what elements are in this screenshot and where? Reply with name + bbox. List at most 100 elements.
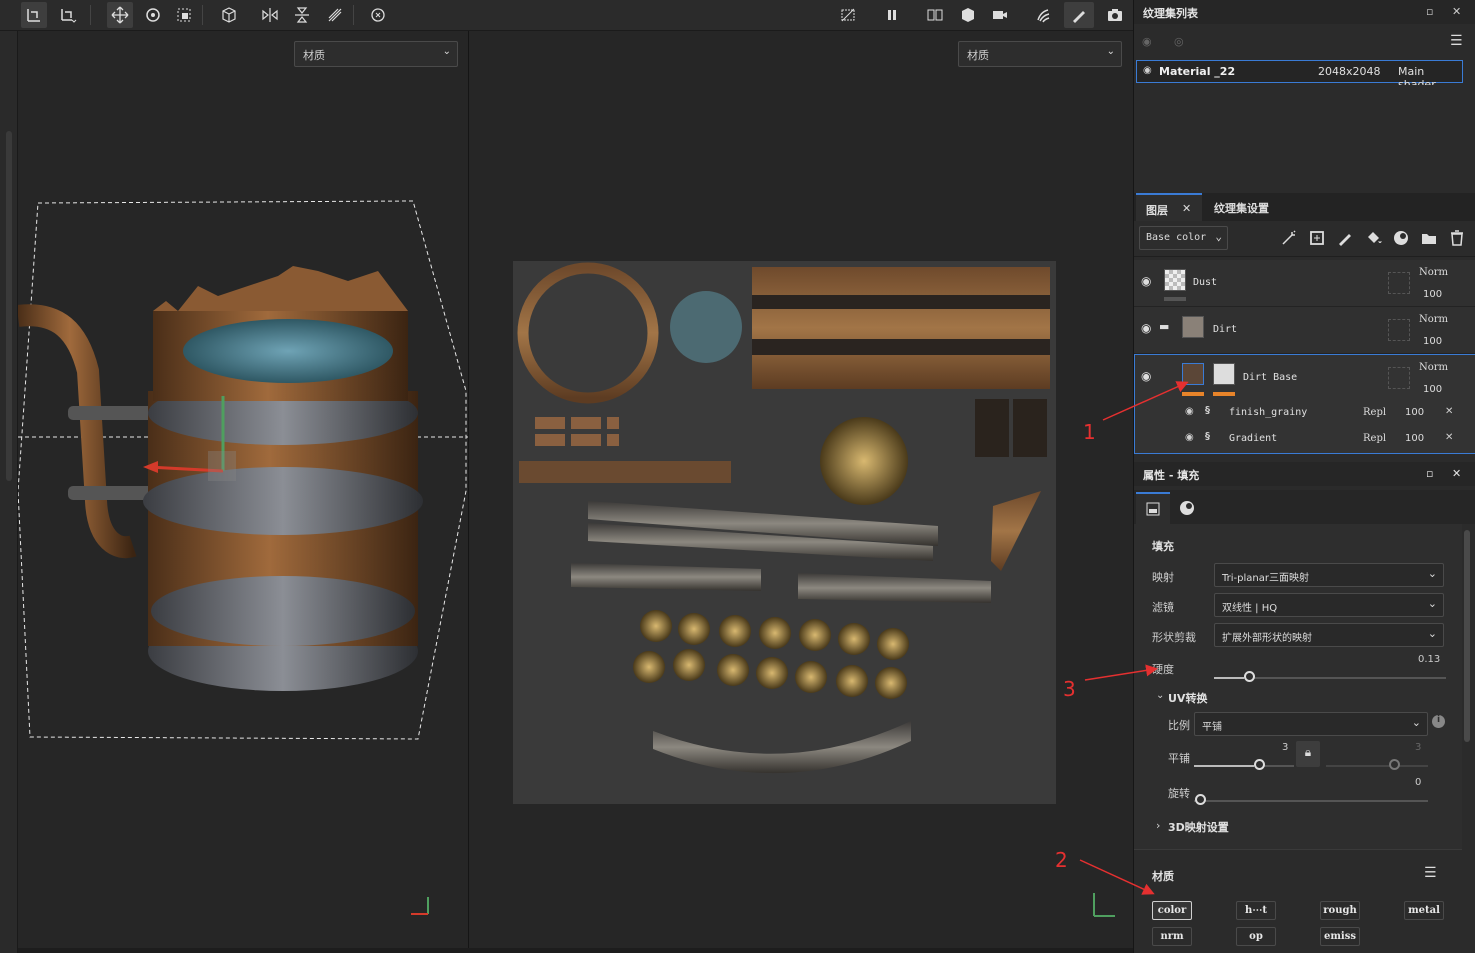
mask-thumbnail[interactable] [1213,363,1235,385]
effect-opacity[interactable]: 100 [1405,407,1424,418]
magic-wand-icon[interactable] [1280,229,1298,247]
layer-opacity[interactable]: 100 [1423,336,1442,347]
rotation-slider-track[interactable] [1194,800,1428,802]
layer-opacity[interactable]: 100 [1423,289,1442,300]
lighting-icon[interactable] [1030,2,1056,28]
mask-slot[interactable] [1388,367,1410,389]
reset-icon[interactable] [365,2,391,28]
effect-gradient[interactable]: ◉ § Gradient Repl 100 ✕ [1183,427,1461,453]
transform-uv-icon[interactable] [21,2,47,28]
fill-bucket-icon[interactable] [1364,229,1382,247]
mirror-icon[interactable] [257,2,283,28]
layer-dirt-base[interactable]: ◉ Dirt Base Norm 100 ◉ § finish_grainy R… [1134,354,1475,454]
close-icon[interactable]: ✕ [1452,5,1461,18]
paint-brush-icon[interactable] [1064,2,1094,28]
eye-icon[interactable]: ◉ [1143,65,1152,76]
scale-icon[interactable] [171,2,197,28]
smart-material-icon[interactable] [1392,229,1410,247]
viewport-3d[interactable]: 材质 ⌄ [18,31,468,948]
filter-select[interactable]: 双线性 | HQ ⌄ [1214,593,1444,617]
hardness-value[interactable]: 0.13 [1418,654,1440,665]
tab-material-preview[interactable] [1170,492,1204,524]
chevron-down-icon[interactable]: ⌄ [1156,690,1164,701]
pause-icon[interactable] [879,2,905,28]
channel-opacity-button[interactable]: op [1236,927,1276,946]
tiling-u-value[interactable]: 3 [1282,742,1288,753]
material-menu-icon[interactable]: ☰ [1424,865,1437,881]
eye-icon[interactable]: ◉ [1185,432,1194,443]
display-3d-icon[interactable] [955,2,981,28]
uv-transform-section-title[interactable]: UV转换 [1168,690,1207,706]
hide-overlay-icon[interactable] [835,2,861,28]
close-icon[interactable]: ✕ [1445,432,1453,443]
texture-set-row[interactable]: ◉ Material _22 2048x2048 Main shader [1136,60,1463,91]
camera-video-icon[interactable] [987,2,1013,28]
tiling-v-value[interactable]: 3 [1415,742,1421,753]
tab-layers[interactable]: 图层 ✕ [1136,193,1202,221]
tiling-v-slider-handle[interactable] [1389,759,1400,770]
mask-slot[interactable] [1388,319,1410,341]
layer-dirt[interactable]: ◉ ▬ Dirt Norm 100 [1134,307,1475,354]
channel-normal-button[interactable]: nrm [1152,927,1192,946]
properties-scrollbar[interactable] [1464,530,1470,742]
close-icon[interactable]: ✕ [1452,467,1461,480]
viewport-2d[interactable]: 材质 ⌄ [469,31,1133,948]
channel-metal-button[interactable]: metal [1404,901,1444,920]
layer-blend-mode[interactable]: Norm [1419,267,1448,278]
close-icon[interactable]: ✕ [1445,406,1453,417]
mapping-select[interactable]: Tri-planar三面映射 ⌄ [1214,563,1444,587]
move-icon[interactable] [107,2,133,28]
shape-crop-select[interactable]: 扩展外部形状的映射 ⌄ [1214,623,1444,647]
eye-icon[interactable]: ◉ [1141,369,1151,383]
symmetry-off-icon[interactable] [322,2,348,28]
info-icon[interactable]: i [1432,715,1445,728]
folder-icon[interactable] [1420,229,1438,247]
channel-select[interactable]: Base color ⌄ [1139,226,1228,250]
layer-blend-mode[interactable]: Norm [1419,362,1448,373]
channel-rough-button[interactable]: rough [1320,901,1360,920]
channel-color-button[interactable]: color [1152,901,1192,920]
tab-fill-properties[interactable] [1136,492,1170,524]
eye-icon[interactable]: ◎ [1174,35,1184,48]
tab-texture-set-settings[interactable]: 纹理集设置 [1204,193,1279,221]
eye-icon[interactable]: ◉ [1185,406,1194,417]
float-window-icon[interactable]: ▫ [1426,467,1433,480]
effect-finish-grainy[interactable]: ◉ § finish_grainy Repl 100 ✕ [1183,401,1461,427]
left-scrollbar[interactable] [6,131,12,481]
chevron-right-icon[interactable]: › [1156,819,1160,832]
float-window-icon[interactable]: ▫ [1426,5,1433,18]
rotation-slider-handle[interactable] [1195,794,1206,805]
lock-icon[interactable]: 🔒︎ [1296,741,1320,767]
scale-mode-select[interactable]: 平铺 ⌄ [1194,712,1428,736]
split-view-icon[interactable] [922,2,948,28]
list-menu-icon[interactable]: ☰ [1450,33,1463,49]
effect-blend-mode[interactable]: Repl [1363,407,1386,418]
mask-slot[interactable] [1388,272,1410,294]
hidden-eye-icon[interactable]: ◉ [1142,35,1152,48]
transform-options-icon[interactable] [55,2,81,28]
fill-thumbnail[interactable] [1182,363,1204,385]
close-icon[interactable]: ✕ [1182,202,1191,215]
mirror-vertical-icon[interactable] [289,2,315,28]
effect-opacity[interactable]: 100 [1405,433,1424,444]
layer-blend-mode[interactable]: Norm [1419,314,1448,325]
rotation-value[interactable]: 0 [1415,777,1421,788]
folder-icon[interactable]: ▬ [1159,320,1169,333]
channel-emissive-button[interactable]: emiss [1320,927,1360,946]
brush-icon[interactable] [1336,229,1354,247]
effect-blend-mode[interactable]: Repl [1363,433,1386,444]
viewport-2d-display-select[interactable]: 材质 ⌄ [958,41,1122,67]
screenshot-camera-icon[interactable] [1102,2,1128,28]
trash-icon[interactable] [1448,229,1466,247]
eye-icon[interactable]: ◉ [1141,321,1151,335]
cube-icon[interactable] [216,2,242,28]
channel-height-button[interactable]: h⋯t [1236,901,1276,920]
projection-3d-section-title[interactable]: 3D映射设置 [1168,819,1229,835]
tiling-u-slider-handle[interactable] [1254,759,1265,770]
tiling-v-slider-track[interactable] [1326,765,1428,767]
rotate-icon[interactable] [140,2,166,28]
eye-icon[interactable]: ◉ [1141,274,1151,288]
layer-dust[interactable]: ◉ Dust Norm 100 [1134,260,1475,307]
layer-opacity[interactable]: 100 [1423,384,1442,395]
hardness-slider-handle[interactable] [1244,671,1255,682]
